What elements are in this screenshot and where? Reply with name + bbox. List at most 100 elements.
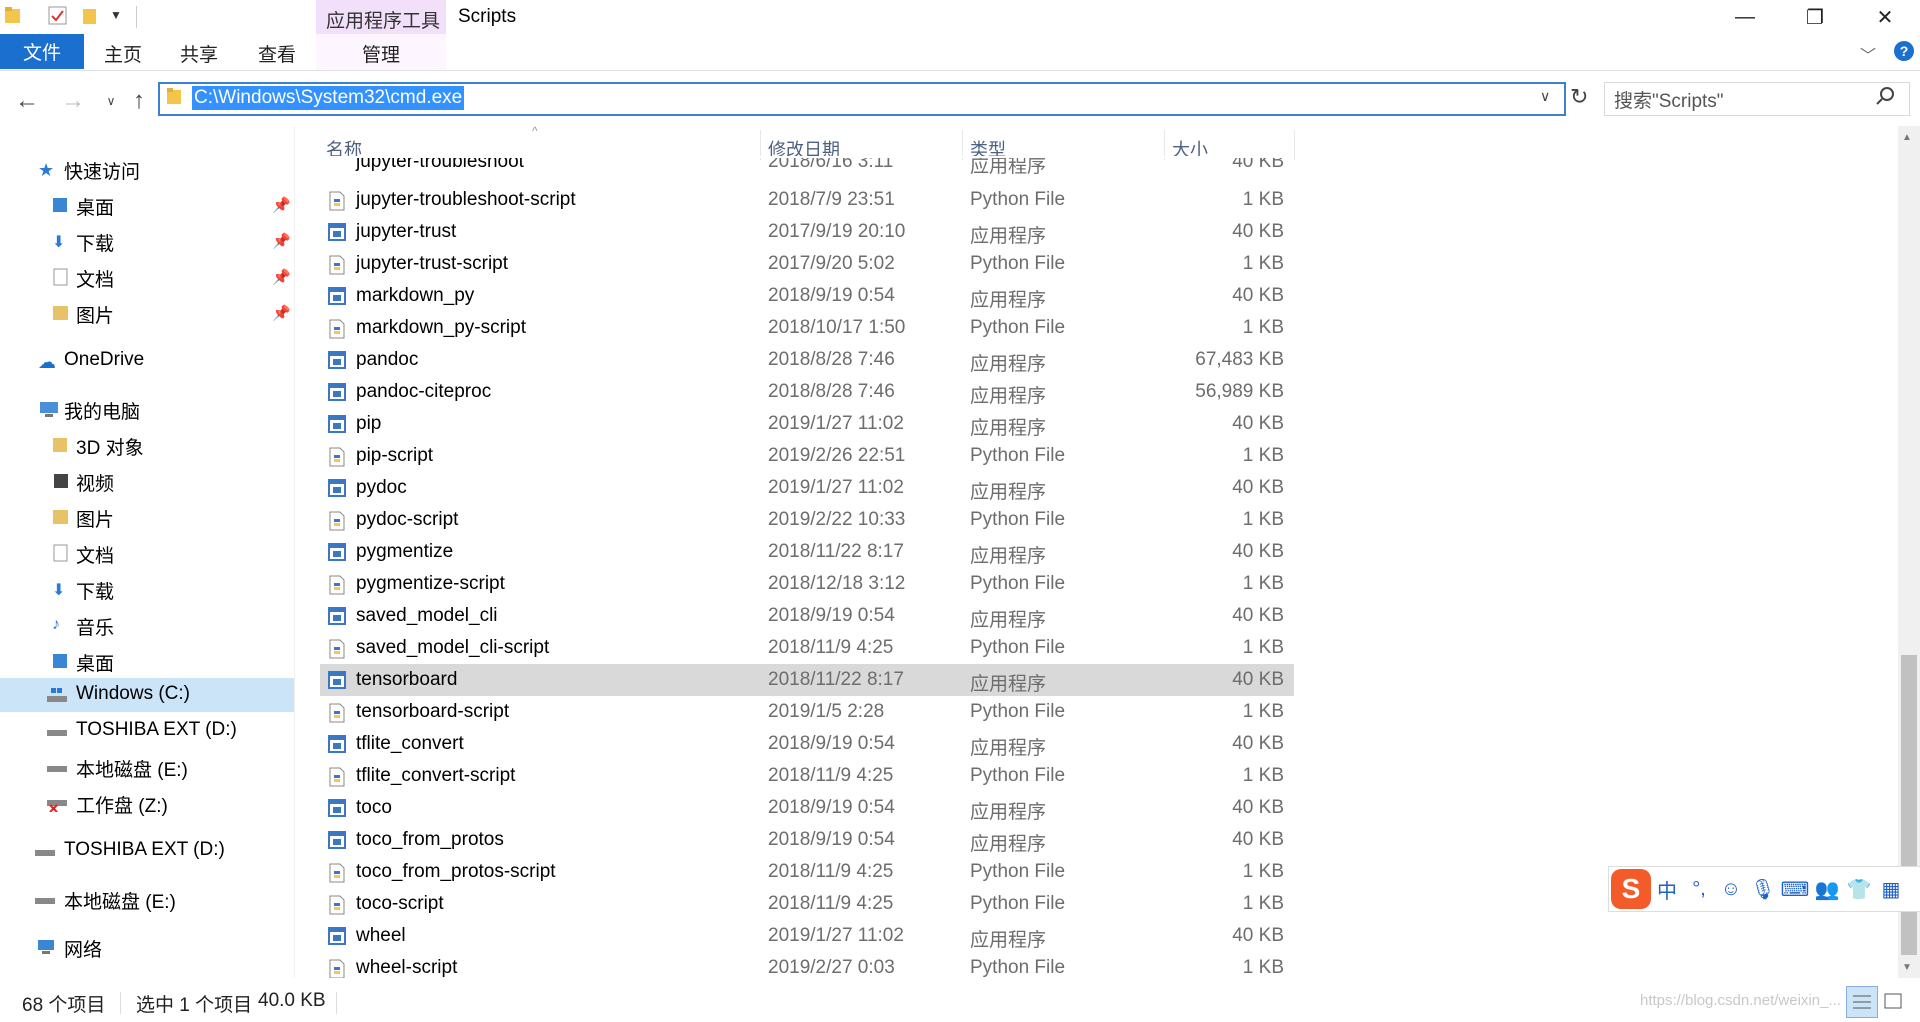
application-icon [328,831,346,849]
minimize-button[interactable]: — [1710,0,1780,34]
search-icon[interactable] [1876,86,1896,111]
ime-punct-toggle[interactable]: °, [1683,878,1715,901]
nav-network[interactable]: 网络 [0,930,294,964]
tab-share[interactable]: 共享 [180,40,218,67]
large-icons-view-button[interactable] [1882,990,1906,1019]
file-date: 2018/12/18 3:12 [768,573,906,594]
file-row[interactable]: pydoc-script 2019/2/22 10:33 Python File 1 … [320,504,1294,536]
nav-qa-downloads[interactable]: ⬇ 下载 📌 [0,224,294,258]
file-type: Python File [970,637,1066,658]
file-row[interactable]: tensorboard-script 2019/1/5 2:28 Python Fi… [320,696,1294,728]
nav-documents[interactable]: 文档 [0,536,294,570]
nav-this-pc[interactable]: 我的电脑 [0,392,294,426]
nav-local-e[interactable]: 本地磁盘 (E:) [0,882,294,916]
keyboard-icon[interactable]: ⌨ [1779,877,1811,902]
sogou-logo-icon[interactable]: S [1611,869,1651,909]
file-row[interactable]: pip-script 2019/2/26 22:51 Python File 1 KB [320,440,1294,472]
address-dropdown-icon[interactable]: ∨ [1540,88,1550,105]
user-icon[interactable]: 👥 [1811,877,1843,902]
address-text[interactable]: C:\Windows\System32\cmd.exe [192,86,465,110]
file-row[interactable]: saved_model_cli 2018/9/19 0:54 应用程序 40 KB [320,600,1294,632]
microphone-icon[interactable]: 🎙 [1747,877,1779,902]
nav-drive-c[interactable]: Windows (C:) [0,678,294,712]
nav-drive-e[interactable]: 本地磁盘 (E:) [0,750,294,784]
file-row[interactable]: jupyter-trust-script 2017/9/20 5:02 Python… [320,248,1294,280]
file-row[interactable]: tflite_convert-script 2018/11/9 4:25 Pytho… [320,760,1294,792]
file-row[interactable]: pygmentize 2018/11/22 8:17 应用程序 40 KB [320,536,1294,568]
up-arrow-icon[interactable]: ↑ [124,86,154,116]
nav-label: 音乐 [76,618,115,639]
file-date: 2017/9/20 5:02 [768,253,895,274]
properties-icon[interactable] [48,6,67,25]
maximize-button[interactable]: ❐ [1780,0,1850,34]
nav-toshiba[interactable]: TOSHIBA EXT (D:) [0,834,294,868]
nav-drive-d[interactable]: TOSHIBA EXT (D:) [0,714,294,748]
recent-locations-icon[interactable]: ∨ [96,86,126,116]
forward-arrow-icon[interactable]: → [58,86,88,116]
nav-pictures[interactable]: 图片 [0,500,294,534]
status-divider [336,992,337,1014]
file-row[interactable]: pydoc 2019/1/27 11:02 应用程序 40 KB [320,472,1294,504]
details-view-button[interactable] [1846,986,1878,1018]
file-row[interactable]: toco_from_protos-script 2018/11/9 4:25 Pyt… [320,856,1294,888]
ime-lang-toggle[interactable]: 中 [1651,875,1683,904]
file-date: 2018/11/9 4:25 [768,893,894,914]
back-arrow-icon[interactable]: ← [12,86,42,116]
emoji-icon[interactable]: ☺ [1715,878,1747,901]
help-icon[interactable]: ? [1894,41,1914,61]
file-row[interactable]: markdown_py-script 2018/10/17 1:50 Python … [320,312,1294,344]
refresh-icon[interactable]: ↻ [1570,84,1588,110]
nav-music[interactable]: ♪ 音乐 [0,608,294,642]
nav-quick-access[interactable]: ★ 快速访问 [0,152,294,186]
python-file-icon [328,895,346,915]
file-row[interactable]: pandoc 2018/8/28 7:46 应用程序 67,483 KB [320,344,1294,376]
nav-qa-pictures[interactable]: 图片 📌 [0,296,294,330]
nav-videos[interactable]: 视频 [0,464,294,498]
nav-downloads[interactable]: ⬇ 下载 [0,572,294,606]
pin-icon[interactable]: 📌 [272,304,291,322]
file-row[interactable]: markdown_py 2018/9/19 0:54 应用程序 40 KB [320,280,1294,312]
tab-manage[interactable]: 管理 [362,40,400,67]
skin-shirt-icon[interactable]: 👕 [1843,877,1875,902]
nav-onedrive[interactable]: ☁ OneDrive [0,344,294,378]
file-row[interactable]: jupyter-troubleshoot-script 2018/7/9 23:5… [320,184,1294,216]
pin-icon[interactable]: 📌 [272,268,291,286]
expand-ribbon-icon[interactable]: ﹀ [1860,42,1876,66]
pin-icon[interactable]: 📌 [272,196,291,214]
file-row[interactable]: jupyter-trust 2017/9/19 20:10 应用程序 40 KB [320,216,1294,248]
file-row[interactable]: pygmentize-script 2018/12/18 3:12 Python F… [320,568,1294,600]
nav-qa-documents[interactable]: 文档 📌 [0,260,294,294]
file-row[interactable]: toco-script 2018/11/9 4:25 Python File 1 KB [320,888,1294,920]
new-folder-icon[interactable] [82,6,100,24]
file-row[interactable]: tflite_convert 2018/9/19 0:54 应用程序 40 KB [320,728,1294,760]
nav-drive-z[interactable]: 工作盘 (Z:) [0,786,294,820]
python-file-icon [328,511,346,531]
toolbox-grid-icon[interactable]: ▦ [1875,877,1907,902]
file-row-partial[interactable]: jupyter-troubleshoot 2018/6/16 3:11 应用程序… [320,158,1294,178]
close-button[interactable]: ✕ [1850,0,1920,34]
file-row[interactable]: tensorboard 2018/11/22 8:17 应用程序 40 KB [320,664,1294,696]
file-size: 1 KB [1242,189,1284,210]
file-name: tflite_convert [356,733,464,754]
scroll-down-icon[interactable]: ▼ [1902,962,1912,973]
file-row[interactable]: pip 2019/1/27 11:02 应用程序 40 KB [320,408,1294,440]
file-row[interactable]: toco 2018/9/19 0:54 应用程序 40 KB [320,792,1294,824]
nav-3d-objects[interactable]: 3D 对象 [0,428,294,462]
file-size: 67,483 KB [1195,349,1284,370]
file-date: 2018/9/19 0:54 [768,829,895,850]
tab-view[interactable]: 查看 [258,40,296,67]
nav-desktop[interactable]: 桌面 [0,644,294,678]
tab-home[interactable]: 主页 [104,40,142,67]
ime-toolbar[interactable]: S 中 °, ☺ 🎙 ⌨ 👥 👕 ▦ [1608,866,1920,912]
scroll-up-icon[interactable]: ▲ [1902,132,1912,143]
nav-qa-desktop[interactable]: 桌面 📌 [0,188,294,222]
file-row[interactable]: wheel 2019/1/27 11:02 应用程序 40 KB [320,920,1294,952]
column-separator[interactable] [1294,130,1295,160]
nav-label: 下载 [76,234,115,255]
file-row[interactable]: toco_from_protos 2018/9/19 0:54 应用程序 40 KB [320,824,1294,856]
file-row[interactable]: pandoc-citeproc 2018/8/28 7:46 应用程序 56,989 … [320,376,1294,408]
file-row[interactable]: saved_model_cli-script 2018/11/9 4:25 Pyth… [320,632,1294,664]
customize-quick-access-icon[interactable]: ▼ [110,8,122,22]
tab-file[interactable]: 文件 [0,34,84,69]
pin-icon[interactable]: 📌 [272,232,291,250]
